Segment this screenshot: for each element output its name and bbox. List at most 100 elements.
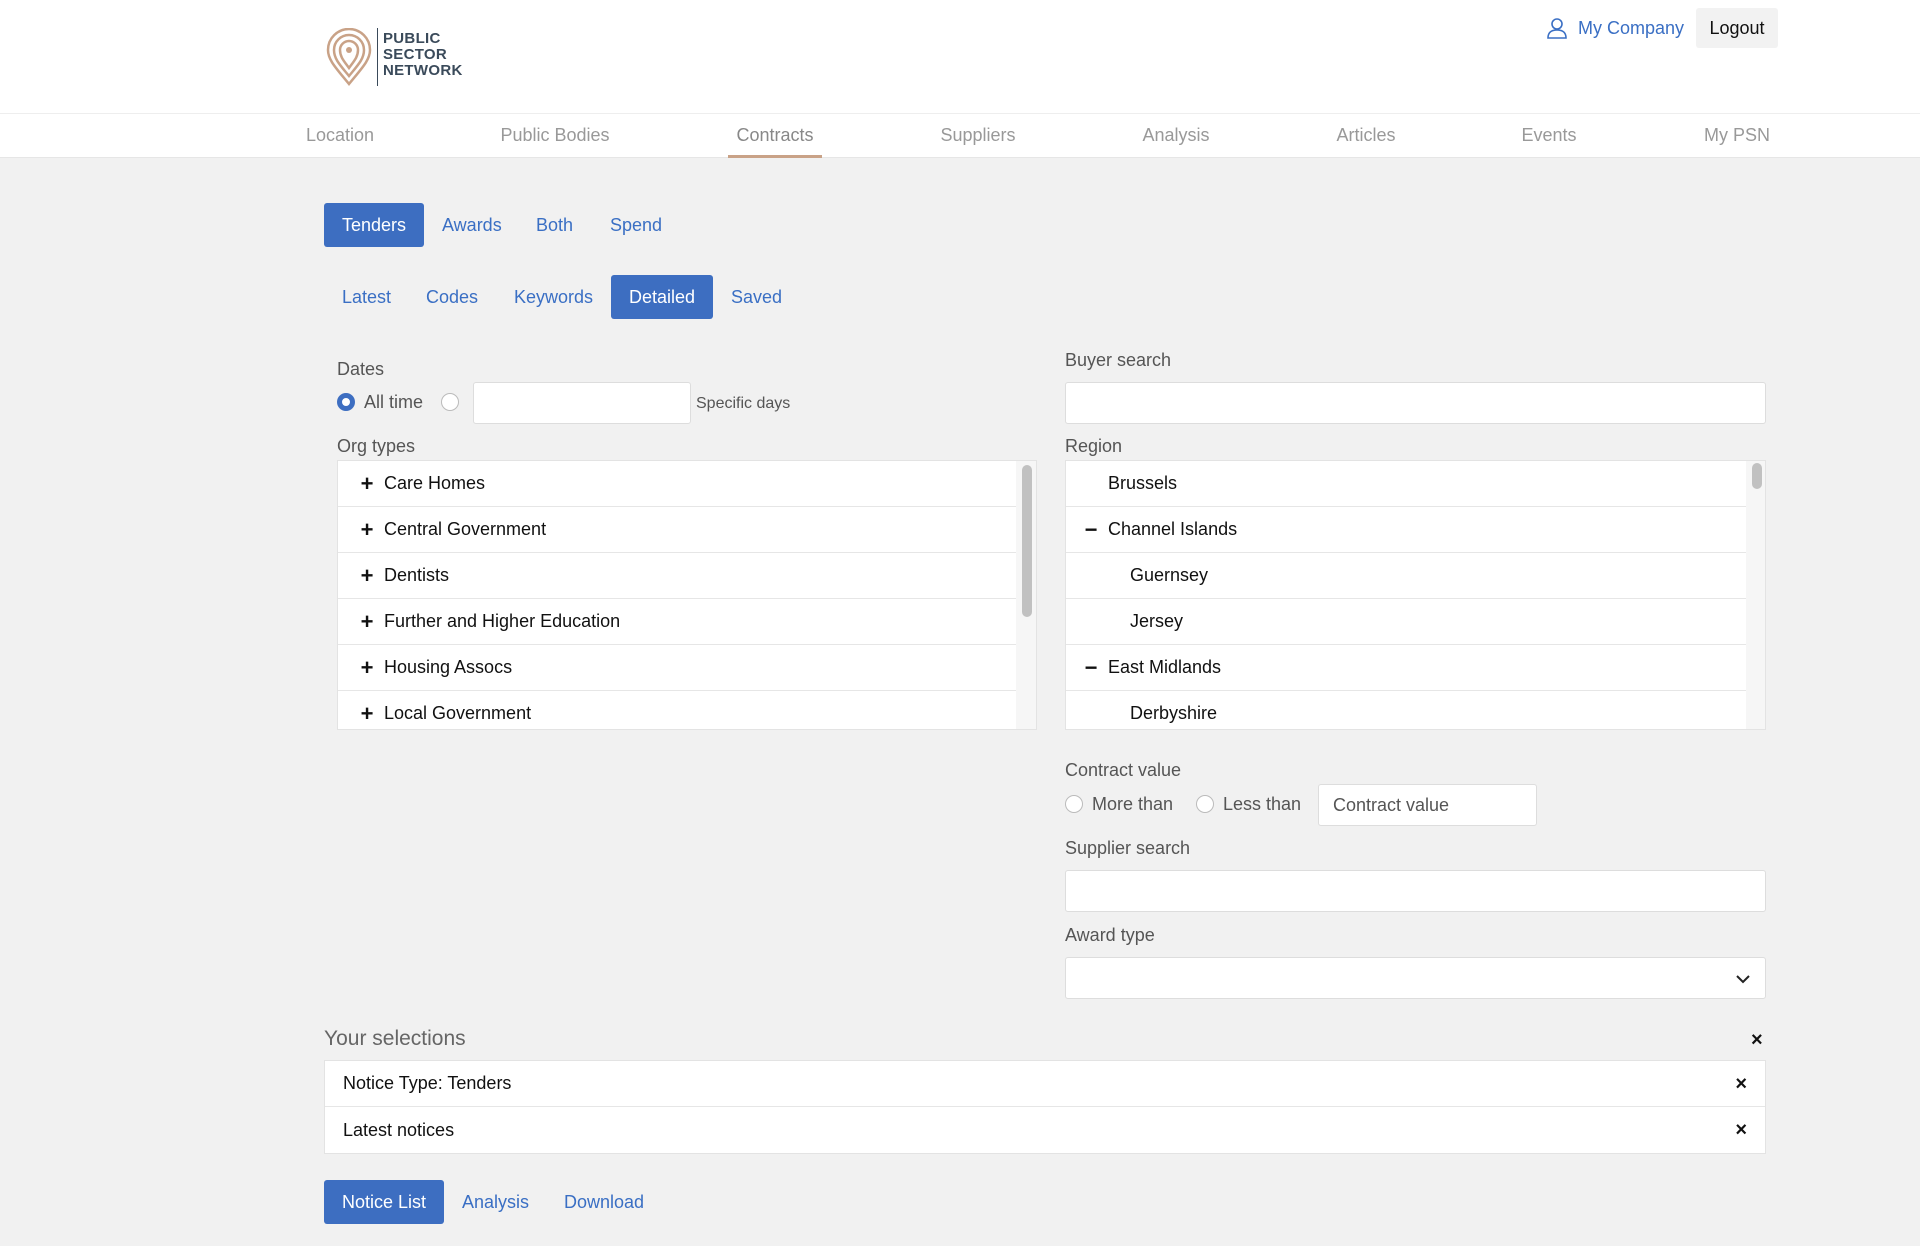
org-type-label: Dentists bbox=[384, 565, 450, 585]
tab-both[interactable]: Both bbox=[518, 203, 591, 247]
region-label-text: Channel Islands bbox=[1108, 519, 1238, 539]
my-company-label: My Company bbox=[1578, 17, 1685, 38]
plus-icon[interactable]: + bbox=[356, 472, 378, 495]
list-item[interactable]: + Housing Assocs bbox=[338, 645, 1036, 691]
list-item: Latest notices × bbox=[325, 1107, 1765, 1153]
tab-notice-list[interactable]: Notice List bbox=[324, 1180, 445, 1224]
less-than-radio[interactable] bbox=[1196, 795, 1214, 813]
list-item[interactable]: Jersey bbox=[1066, 599, 1765, 645]
logo-divider bbox=[377, 28, 378, 86]
clear-all-close-icon[interactable]: × bbox=[1751, 1030, 1763, 1050]
award-type-label: Award type bbox=[1065, 925, 1155, 945]
region-label: Region bbox=[1065, 436, 1123, 456]
nav-location[interactable]: Location bbox=[300, 114, 380, 158]
org-type-label: Housing Assocs bbox=[384, 657, 513, 677]
contract-value-label: Contract value bbox=[1065, 760, 1182, 780]
my-company-link[interactable]: My Company bbox=[1546, 14, 1684, 42]
tab-keywords[interactable]: Keywords bbox=[496, 275, 611, 319]
region-label-text: Guernsey bbox=[1130, 565, 1209, 585]
remove-close-icon[interactable]: × bbox=[1735, 1120, 1747, 1140]
logo-text: PUBLIC SECTOR NETWORK bbox=[383, 31, 463, 79]
list-item[interactable]: + Care Homes bbox=[338, 461, 1036, 507]
nav-articles[interactable]: Articles bbox=[1330, 114, 1402, 158]
all-time-label: All time bbox=[364, 392, 424, 412]
tab-latest[interactable]: Latest bbox=[324, 275, 409, 319]
scroll-thumb[interactable] bbox=[1752, 463, 1762, 489]
pin-logo-icon bbox=[326, 28, 372, 86]
all-time-radio[interactable] bbox=[337, 393, 355, 411]
nav-my-psn[interactable]: My PSN bbox=[1698, 114, 1776, 158]
tab-detailed[interactable]: Detailed bbox=[611, 275, 714, 319]
selections-list: Notice Type: Tenders × Latest notices × bbox=[324, 1060, 1766, 1154]
plus-icon[interactable]: + bbox=[356, 702, 378, 725]
buyer-search-input[interactable] bbox=[1065, 382, 1766, 424]
logo-line: PUBLIC bbox=[383, 30, 441, 47]
specific-days-radio[interactable] bbox=[441, 393, 459, 411]
remove-close-icon[interactable]: × bbox=[1735, 1074, 1747, 1094]
org-types-scrollbar[interactable] bbox=[1016, 461, 1036, 729]
supplier-search-input[interactable] bbox=[1065, 870, 1766, 912]
selection-label: Notice Type: Tenders bbox=[343, 1073, 512, 1093]
specific-days-input[interactable] bbox=[473, 382, 691, 424]
supplier-search-label: Supplier search bbox=[1065, 838, 1191, 858]
org-types-label: Org types bbox=[337, 436, 416, 456]
org-types-list: + Care Homes + Central Government + Dent… bbox=[337, 460, 1037, 730]
psn-logo[interactable]: PUBLIC SECTOR NETWORK bbox=[326, 26, 472, 88]
main-nav: Location Public Bodies Contracts Supplie… bbox=[0, 114, 1920, 158]
nav-contracts[interactable]: Contracts bbox=[728, 114, 822, 158]
logout-button[interactable]: Logout bbox=[1696, 8, 1778, 48]
list-item[interactable]: + Local Government bbox=[338, 691, 1036, 729]
list-item[interactable]: + Central Government bbox=[338, 507, 1036, 553]
specific-days-label: Specific days bbox=[696, 395, 791, 412]
nav-public-bodies[interactable]: Public Bodies bbox=[494, 114, 616, 158]
logo-line: SECTOR bbox=[383, 46, 448, 63]
list-item[interactable]: − Channel Islands bbox=[1066, 507, 1765, 553]
region-label-text: East Midlands bbox=[1108, 657, 1222, 677]
scroll-thumb[interactable] bbox=[1022, 465, 1032, 617]
list-item[interactable]: + Dentists bbox=[338, 553, 1036, 599]
chevron-down-icon bbox=[1736, 975, 1750, 984]
selection-label: Latest notices bbox=[343, 1119, 455, 1140]
list-item[interactable]: − East Midlands bbox=[1066, 645, 1765, 691]
nav-suppliers[interactable]: Suppliers bbox=[934, 114, 1022, 158]
list-item[interactable]: Brussels bbox=[1066, 461, 1765, 507]
org-type-label: Further and Higher Education bbox=[384, 611, 621, 631]
plus-icon[interactable]: + bbox=[356, 610, 378, 633]
buyer-search-label: Buyer search bbox=[1065, 350, 1172, 370]
tab-codes[interactable]: Codes bbox=[408, 275, 496, 319]
list-item: Notice Type: Tenders × bbox=[325, 1061, 1765, 1107]
less-than-label: Less than bbox=[1223, 794, 1302, 814]
tab-awards[interactable]: Awards bbox=[424, 203, 520, 247]
org-type-label: Central Government bbox=[384, 519, 547, 539]
tab-spend[interactable]: Spend bbox=[592, 203, 680, 247]
list-item[interactable]: + Further and Higher Education bbox=[338, 599, 1036, 645]
your-selections-title: Your selections bbox=[324, 1027, 466, 1050]
nav-events[interactable]: Events bbox=[1516, 114, 1582, 158]
region-label-text: Jersey bbox=[1130, 611, 1184, 631]
tab-tenders[interactable]: Tenders bbox=[324, 203, 425, 247]
more-than-radio[interactable] bbox=[1065, 795, 1083, 813]
minus-icon[interactable]: − bbox=[1080, 518, 1102, 541]
contract-value-input[interactable] bbox=[1318, 784, 1537, 826]
region-label-text: Brussels bbox=[1108, 473, 1178, 493]
tab-download[interactable]: Download bbox=[546, 1180, 662, 1224]
region-scrollbar[interactable] bbox=[1746, 461, 1765, 729]
tab-saved[interactable]: Saved bbox=[713, 275, 800, 319]
logo-line: NETWORK bbox=[383, 62, 463, 79]
list-item[interactable]: Derbyshire bbox=[1066, 691, 1765, 729]
tab-analysis[interactable]: Analysis bbox=[444, 1180, 547, 1224]
region-label-text: Derbyshire bbox=[1130, 703, 1218, 723]
list-item[interactable]: Guernsey bbox=[1066, 553, 1765, 599]
plus-icon[interactable]: + bbox=[356, 656, 378, 679]
dates-label: Dates bbox=[337, 359, 385, 379]
org-type-label: Local Government bbox=[384, 703, 532, 723]
award-type-select[interactable] bbox=[1065, 957, 1766, 999]
nav-analysis[interactable]: Analysis bbox=[1134, 114, 1218, 158]
org-type-label: Care Homes bbox=[384, 473, 486, 493]
more-than-label: More than bbox=[1092, 794, 1174, 814]
minus-icon[interactable]: − bbox=[1080, 656, 1102, 679]
plus-icon[interactable]: + bbox=[356, 564, 378, 587]
plus-icon[interactable]: + bbox=[356, 518, 378, 541]
user-icon bbox=[1547, 18, 1567, 39]
site-header: PUBLIC SECTOR NETWORK My Company Logout bbox=[0, 0, 1920, 114]
